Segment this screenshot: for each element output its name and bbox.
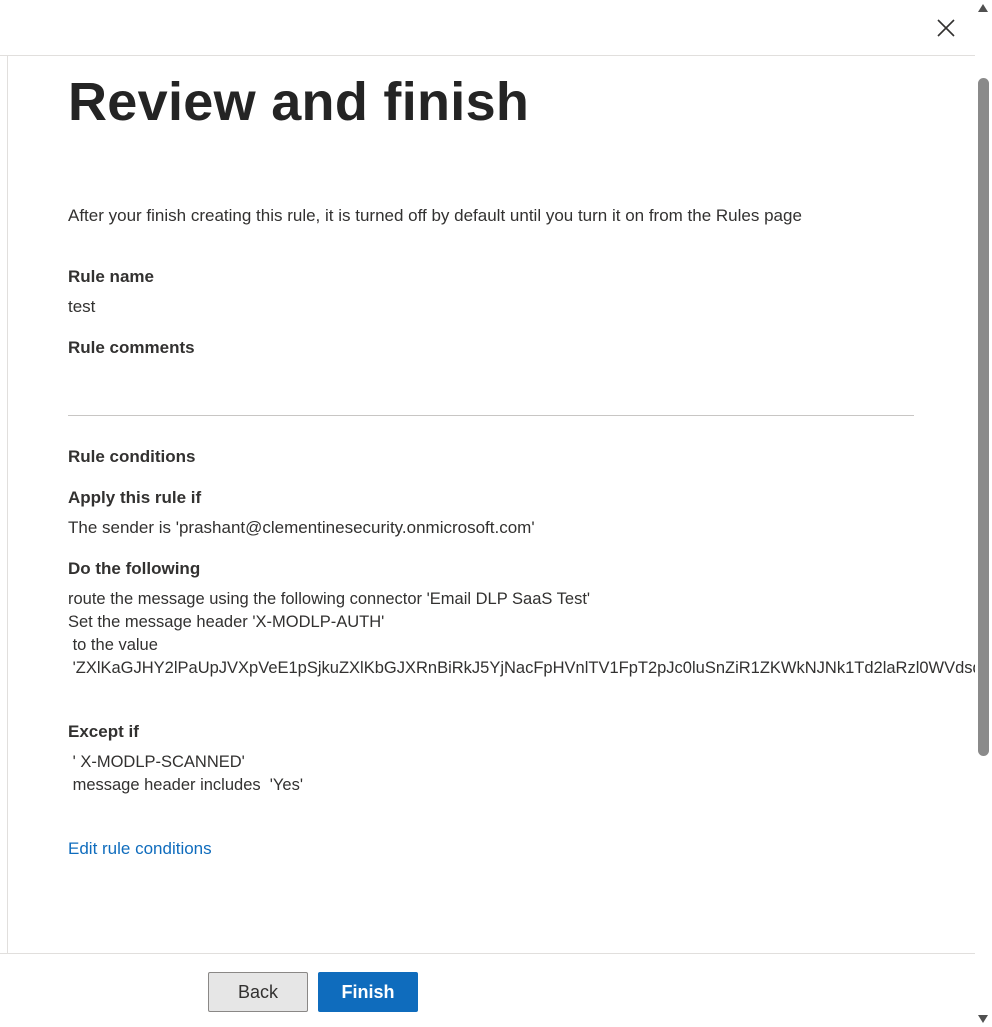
action-line: Set the message header 'X-MODLP-AUTH' xyxy=(68,613,385,631)
action-line: to the value xyxy=(68,636,158,654)
except-if-label: Except if xyxy=(68,722,139,741)
rule-name-value: test xyxy=(68,297,96,316)
except-if-conditions: ' X-MODLP-SCANNED' message header includ… xyxy=(68,751,303,797)
scroll-down-arrow-icon[interactable] xyxy=(978,1015,988,1023)
back-button[interactable]: Back xyxy=(208,972,308,1012)
rule-conditions-heading: Rule conditions xyxy=(68,447,196,466)
finish-button[interactable]: Finish xyxy=(318,972,418,1012)
page-title: Review and finish xyxy=(68,72,530,132)
exception-line: ' X-MODLP-SCANNED' xyxy=(68,753,245,771)
panel-header xyxy=(0,0,975,56)
panel-footer: Back Finish xyxy=(0,953,975,1027)
edit-rule-conditions-link[interactable]: Edit rule conditions xyxy=(68,839,212,859)
close-button[interactable] xyxy=(932,14,960,42)
do-the-following-actions: route the message using the following co… xyxy=(68,588,975,680)
apply-rule-if-label: Apply this rule if xyxy=(68,488,202,507)
action-line: route the message using the following co… xyxy=(68,590,591,608)
action-line: 'ZXlKaGJHY2lPaUpJVXpVeE1pSjkuZXlKbGJXRnB… xyxy=(68,659,975,677)
rule-name-label: Rule name xyxy=(68,267,154,286)
panel-content: Review and finish After your finish crea… xyxy=(0,56,975,953)
do-the-following-label: Do the following xyxy=(68,559,201,578)
vertical-scrollbar[interactable] xyxy=(975,0,992,1027)
scrollbar-thumb[interactable] xyxy=(978,78,989,756)
section-divider xyxy=(68,415,914,416)
exception-line: message header includes 'Yes' xyxy=(68,776,304,794)
scroll-up-arrow-icon[interactable] xyxy=(978,4,988,12)
review-and-finish-panel: Review and finish After your finish crea… xyxy=(0,0,992,1027)
apply-rule-if-value: The sender is 'prashant@clementinesecuri… xyxy=(68,518,535,537)
close-icon xyxy=(937,19,955,37)
intro-text: After your finish creating this rule, it… xyxy=(68,206,802,225)
rule-comments-label: Rule comments xyxy=(68,338,195,357)
